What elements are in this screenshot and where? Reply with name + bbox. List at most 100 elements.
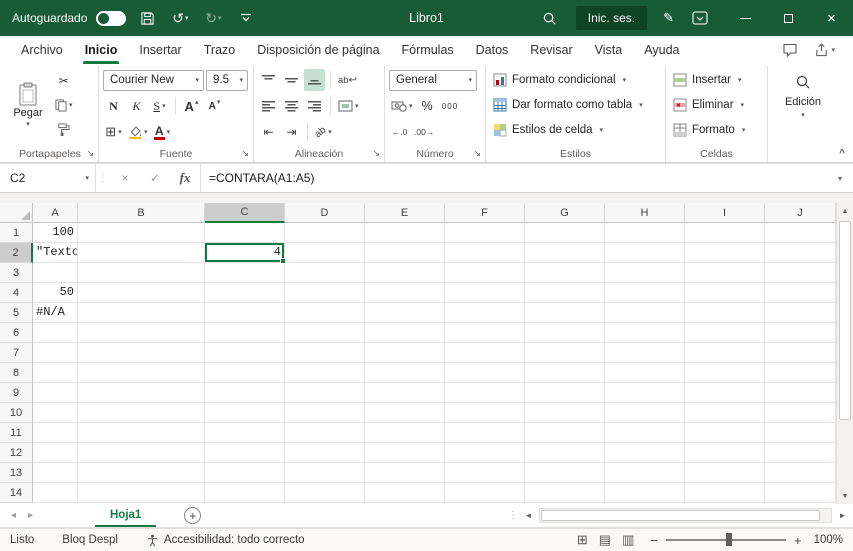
portapapeles-dialog-launcher[interactable]: ↘ [86, 148, 94, 159]
cell-J7[interactable] [765, 343, 836, 363]
cell-B11[interactable] [78, 423, 205, 443]
align-center-button[interactable] [281, 95, 302, 117]
next-sheet-button[interactable]: ▸ [22, 510, 39, 521]
comma-style-button[interactable]: 000 [440, 95, 461, 117]
underline-button[interactable]: S ▾ [149, 95, 170, 117]
save-button[interactable] [135, 3, 159, 33]
cell-A1[interactable]: 100 [33, 223, 78, 243]
cell-G3[interactable] [525, 263, 605, 283]
cell-A5[interactable]: #N/A [33, 303, 78, 323]
sign-in-button[interactable]: Inic. ses. [575, 6, 648, 30]
cell-F13[interactable] [445, 463, 525, 483]
italic-button[interactable]: K [126, 95, 147, 117]
cell-I11[interactable] [685, 423, 765, 443]
wrap-text-button[interactable]: ab↩ [336, 69, 359, 91]
align-top-button[interactable] [258, 69, 279, 91]
cell-J6[interactable] [765, 323, 836, 343]
cell-H6[interactable] [605, 323, 685, 343]
tab-disposicion[interactable]: Disposición de página [246, 36, 390, 64]
zoom-in-button[interactable]: + [794, 533, 802, 548]
cell-A10[interactable] [33, 403, 78, 423]
format-painter-button[interactable] [53, 118, 75, 140]
maximize-button[interactable] [767, 0, 810, 36]
cell-A4[interactable]: 50 [33, 283, 78, 303]
fill-handle[interactable] [280, 258, 286, 264]
cell-D8[interactable] [285, 363, 365, 383]
cell-G14[interactable] [525, 483, 605, 503]
orientation-button[interactable]: ab ▾ [313, 121, 334, 143]
font-name-combo[interactable]: Courier New ▾ [103, 69, 204, 91]
vertical-scrollbar[interactable]: ▲ ▼ [836, 203, 853, 504]
cell-H14[interactable] [605, 483, 685, 503]
cell-B14[interactable] [78, 483, 205, 503]
cell-G13[interactable] [525, 463, 605, 483]
numero-dialog-launcher[interactable]: ↘ [473, 148, 481, 159]
row-header-14[interactable]: 14 [0, 483, 33, 503]
decrease-indent-button[interactable]: ⇤ [258, 121, 279, 143]
cell-I5[interactable] [685, 303, 765, 323]
cell-C14[interactable] [205, 483, 285, 503]
cell-A2[interactable]: "Texto" [33, 243, 78, 263]
expand-formula-bar-button[interactable]: ▾ [827, 164, 853, 192]
chevron-down-icon[interactable]: ▾ [801, 111, 805, 119]
select-all-corner[interactable] [0, 203, 33, 223]
ink-pen-button[interactable]: ✎ [663, 10, 674, 26]
cell-I9[interactable] [685, 383, 765, 403]
row-header-13[interactable]: 13 [0, 463, 33, 483]
tab-revisar[interactable]: Revisar [519, 36, 583, 64]
name-box[interactable]: C2 ▾ [0, 164, 96, 192]
cell-I1[interactable] [685, 223, 765, 243]
cell-G10[interactable] [525, 403, 605, 423]
copy-button[interactable]: ▾ [53, 94, 75, 116]
accept-entry-button[interactable]: ✓ [140, 164, 170, 192]
cell-A9[interactable] [33, 383, 78, 403]
cell-C8[interactable] [205, 363, 285, 383]
normal-view-button[interactable]: ⊞ [577, 532, 588, 548]
formula-bar-resize-handle[interactable]: ⋮ [96, 164, 110, 192]
column-header-H[interactable]: H [605, 203, 685, 223]
close-button[interactable]: × [810, 0, 853, 36]
cell-I14[interactable] [685, 483, 765, 503]
tab-inicio[interactable]: Inicio [74, 36, 129, 64]
column-header-E[interactable]: E [365, 203, 445, 223]
conditional-formatting-button[interactable]: Formato condicional ▾ [490, 67, 661, 92]
cut-button[interactable]: ✂ [53, 70, 75, 92]
find-select-button[interactable] [793, 71, 814, 93]
align-bottom-button[interactable] [304, 69, 325, 91]
bold-button[interactable]: N [103, 95, 124, 117]
cell-A14[interactable] [33, 483, 78, 503]
align-middle-button[interactable] [281, 69, 302, 91]
cell-C13[interactable] [205, 463, 285, 483]
cell-G5[interactable] [525, 303, 605, 323]
cell-I6[interactable] [685, 323, 765, 343]
minimize-button[interactable] [724, 0, 767, 36]
cell-B4[interactable] [78, 283, 205, 303]
cell-J2[interactable] [765, 243, 836, 263]
tab-trazo[interactable]: Trazo [193, 36, 247, 64]
cell-J12[interactable] [765, 443, 836, 463]
cell-G11[interactable] [525, 423, 605, 443]
cell-E1[interactable] [365, 223, 445, 243]
cell-D6[interactable] [285, 323, 365, 343]
row-header-1[interactable]: 1 [0, 223, 33, 243]
cell-H11[interactable] [605, 423, 685, 443]
insert-cells-button[interactable]: Insertar ▾ [670, 67, 763, 92]
cell-H4[interactable] [605, 283, 685, 303]
scroll-left-button[interactable]: ◄ [521, 511, 536, 520]
increase-decimal-button[interactable]: ←.0 [389, 121, 410, 143]
cell-D10[interactable] [285, 403, 365, 423]
font-color-button[interactable]: A ▾ [152, 121, 173, 143]
customize-quick-access-button[interactable] [234, 3, 258, 33]
cell-H10[interactable] [605, 403, 685, 423]
number-format-combo[interactable]: General ▾ [389, 69, 477, 91]
fill-color-button[interactable]: ▾ [126, 121, 150, 143]
cell-H12[interactable] [605, 443, 685, 463]
accounting-format-button[interactable]: ▾ [389, 95, 415, 117]
cell-C5[interactable] [205, 303, 285, 323]
align-right-button[interactable] [304, 95, 325, 117]
cell-E4[interactable] [365, 283, 445, 303]
tab-ayuda[interactable]: Ayuda [633, 36, 690, 64]
fuente-dialog-launcher[interactable]: ↘ [241, 148, 249, 159]
undo-button[interactable]: ↺ ▾ [168, 3, 192, 33]
cell-D13[interactable] [285, 463, 365, 483]
